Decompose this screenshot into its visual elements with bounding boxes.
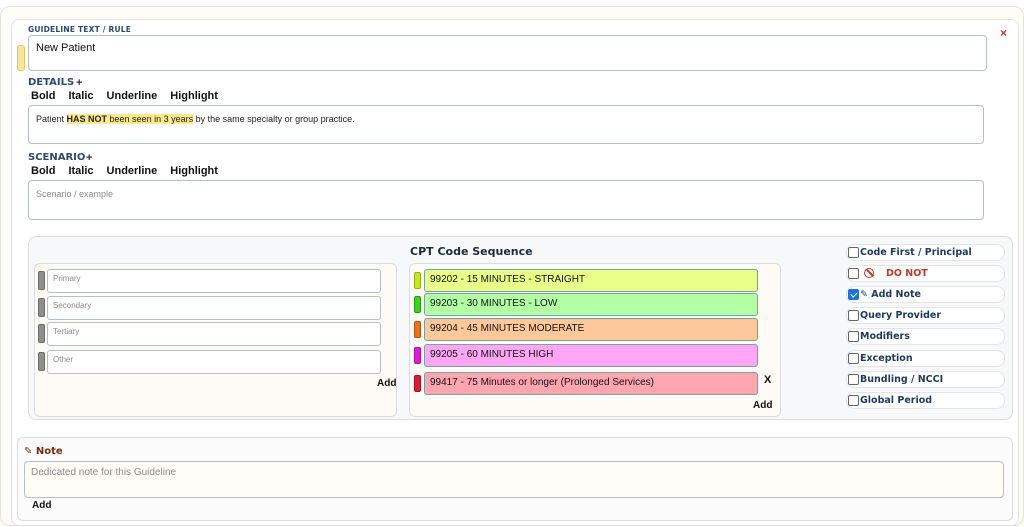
cpt-code-chip[interactable]: 99203 - 30 MINUTES - LOW	[424, 293, 758, 316]
note-label: ✎ Note	[24, 446, 63, 457]
option-label: DO NOT	[886, 268, 928, 279]
drag-handle[interactable]	[38, 298, 45, 317]
ban-icon	[864, 268, 874, 278]
option-global-period[interactable]: Global Period	[846, 392, 1005, 409]
checkbox[interactable]	[848, 247, 859, 258]
checkbox[interactable]	[848, 268, 859, 279]
option-bundling[interactable]: Bundling / NCCI	[846, 371, 1005, 388]
scenario-editor[interactable]: Scenario / example	[28, 180, 984, 220]
highlight-button[interactable]: Highlight	[170, 165, 218, 177]
checkbox[interactable]	[848, 289, 859, 300]
checkbox[interactable]	[848, 374, 859, 385]
details-editor[interactable]: Patient HAS NOT been seen in 3 years by …	[28, 105, 984, 144]
details-expand-button[interactable]: +	[76, 77, 82, 89]
scenario-toolbar: Bold Italic Underline Highlight	[31, 165, 231, 177]
italic-button[interactable]: Italic	[68, 90, 93, 102]
color-swatch[interactable]	[414, 321, 421, 338]
checkbox[interactable]	[848, 331, 859, 342]
option-label: Bundling / NCCI	[860, 374, 944, 385]
cpt-code-chip[interactable]: 99204 - 45 MINUTES MODERATE	[424, 318, 758, 341]
drag-handle[interactable]	[38, 352, 45, 371]
checkbox[interactable]	[848, 310, 859, 321]
checkbox[interactable]	[848, 353, 859, 364]
cpt-code-chip[interactable]: 99205 - 60 MINUTES HIGH	[424, 344, 758, 367]
option-label: Query Provider	[860, 310, 942, 321]
details-text-start: Patient	[36, 114, 67, 124]
option-label: Code First / Principal	[860, 247, 972, 258]
remove-code-button[interactable]: X	[764, 374, 771, 386]
option-label: Modifiers	[860, 331, 910, 342]
other-code-input[interactable]: Other	[47, 350, 381, 374]
details-toolbar: Bold Italic Underline Highlight	[31, 90, 231, 102]
cpt-sequence-title: CPT Code Sequence	[410, 245, 533, 258]
option-label: ✎ Add Note	[860, 289, 921, 300]
underline-button[interactable]: Underline	[107, 165, 158, 177]
drag-handle[interactable]	[17, 45, 25, 71]
color-swatch[interactable]	[414, 296, 421, 313]
cpt-code-chip[interactable]: 99417 - 75 Minutes or longer (Prolonged …	[424, 372, 758, 395]
drag-handle[interactable]	[38, 324, 45, 343]
tertiary-code-input[interactable]: Tertiary	[47, 322, 381, 346]
option-add-note[interactable]: ✎ Add Note	[846, 286, 1005, 303]
details-text-bold: HAS NOT	[66, 114, 108, 124]
guideline-text-input[interactable]: New Patient	[28, 35, 987, 71]
checkbox[interactable]	[848, 395, 859, 406]
add-note-button[interactable]: Add	[32, 500, 51, 511]
add-cpt-button[interactable]: Add	[753, 400, 772, 411]
option-modifiers[interactable]: Modifiers	[846, 328, 1005, 345]
drag-handle[interactable]	[38, 271, 45, 290]
italic-button[interactable]: Italic	[68, 165, 93, 177]
option-label: Global Period	[860, 395, 933, 406]
secondary-code-input[interactable]: Secondary	[47, 296, 381, 320]
cpt-code-chip[interactable]: 99202 - 15 MINUTES - STRAIGHT	[424, 269, 758, 292]
underline-button[interactable]: Underline	[107, 90, 158, 102]
close-icon[interactable]: ×	[1000, 26, 1007, 40]
color-swatch[interactable]	[414, 375, 421, 392]
option-code-first[interactable]: Code First / Principal	[846, 244, 1005, 261]
option-do-not[interactable]: DO NOT	[846, 265, 1005, 282]
highlight-button[interactable]: Highlight	[170, 90, 218, 102]
scenario-label: SCENARIO	[28, 152, 86, 163]
color-swatch[interactable]	[414, 347, 421, 364]
scenario-expand-button[interactable]: +	[86, 152, 92, 164]
details-text-highlight: been seen in 3 years	[107, 114, 194, 124]
note-input[interactable]: Dedicated note for this Guideline	[24, 461, 1004, 498]
details-text-end: by the same specialty or group practice.	[193, 114, 355, 124]
bold-button[interactable]: Bold	[31, 165, 55, 177]
option-exception[interactable]: Exception	[846, 350, 1005, 367]
guideline-label: GUIDELINE TEXT / RULE	[28, 25, 132, 34]
bold-button[interactable]: Bold	[31, 90, 55, 102]
add-diagnosis-button[interactable]: Add	[377, 378, 396, 389]
option-query-provider[interactable]: Query Provider	[846, 307, 1005, 324]
primary-code-input[interactable]: Primary	[47, 269, 381, 293]
color-swatch[interactable]	[414, 272, 421, 289]
option-label: Exception	[860, 353, 913, 364]
details-label: DETAILS	[28, 77, 75, 88]
